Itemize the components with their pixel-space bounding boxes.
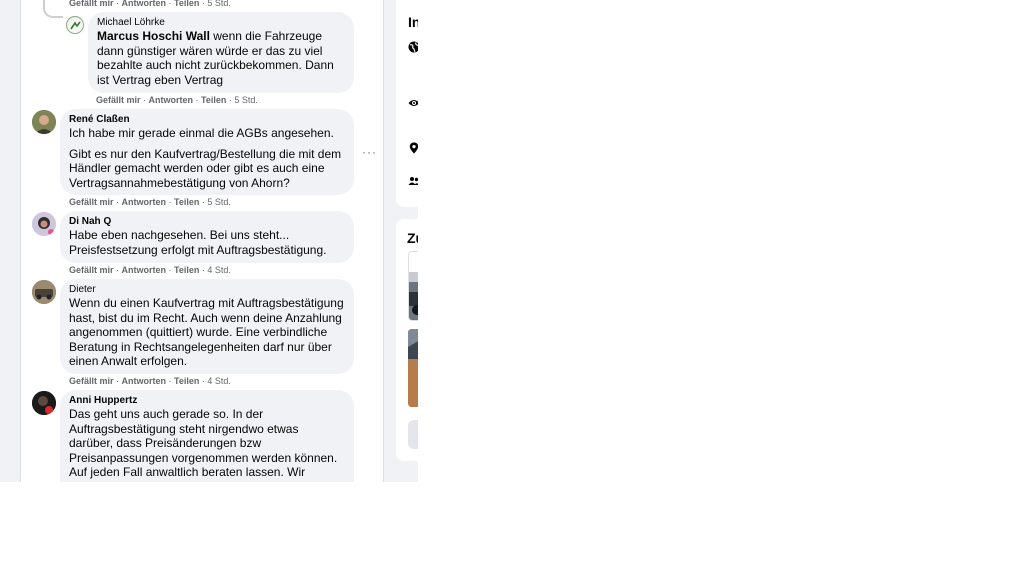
related-image[interactable] <box>408 329 418 407</box>
comment-text: Marcus Hoschi Wall wenn die Fahrzeuge da… <box>97 29 345 87</box>
comment-bubble: Dieter Wenn du einen Kaufvertrag mit Auf… <box>60 279 354 374</box>
avatar[interactable] <box>32 280 56 304</box>
avatar[interactable] <box>32 391 56 415</box>
share-link[interactable]: Teilen <box>174 0 199 8</box>
group-icon <box>408 177 418 185</box>
related-card: Zu <box>396 219 418 461</box>
comment-text: Ich habe mir gerade einmal die AGBs ange… <box>69 126 334 140</box>
browser-viewport: Gefällt mir · Antworten · Teilen · 5 Std… <box>0 0 418 482</box>
comment-text: Gibt es nur den Kaufvertrag/Bestellung d… <box>69 146 342 190</box>
share-link[interactable]: Teilen <box>174 265 199 275</box>
reply-link[interactable]: Antworten <box>122 197 167 207</box>
comment-actions: Gefällt mir · Antworten · Teilen · 4 Std… <box>69 376 231 386</box>
thread-branch <box>43 4 63 18</box>
avatar[interactable] <box>32 212 56 236</box>
comment-actions: Gefällt mir · Antworten · Teilen · 5 Std… <box>69 197 231 207</box>
like-link[interactable]: Gefällt mir <box>96 95 141 105</box>
avatar[interactable] <box>32 110 56 134</box>
comment-author[interactable]: Michael Löhrke <box>97 17 345 29</box>
like-link[interactable]: Gefällt mir <box>69 376 114 386</box>
comment-actions: Gefällt mir · Antworten · Teilen · 5 Std… <box>96 95 258 105</box>
comment-author[interactable]: Di Nah Q <box>69 216 345 228</box>
comment-author[interactable]: Anni Huppertz <box>69 395 345 407</box>
info-card: In <box>396 0 418 207</box>
more-horizontal-icon[interactable]: ··· <box>362 146 377 158</box>
related-card-title: Zu <box>407 230 418 246</box>
comment-bubble: René Claßen Ich habe mir gerade einmal d… <box>60 109 354 195</box>
comment-timestamp[interactable]: 4 Std. <box>207 376 231 386</box>
reply-link[interactable]: Antworten <box>122 265 167 275</box>
related-image[interactable] <box>408 251 418 321</box>
comment-actions: Gefällt mir · Antworten · Teilen · 4 Std… <box>69 265 231 275</box>
info-card-title: In <box>408 14 418 30</box>
comment-timestamp[interactable]: 4 Std. <box>207 265 231 275</box>
comment-text: Das geht uns auch gerade so. In der Auft… <box>69 407 338 482</box>
comment-author[interactable]: René Claßen <box>69 114 345 126</box>
share-link[interactable]: Teilen <box>174 197 199 207</box>
eye-icon <box>408 100 418 106</box>
reply-link[interactable]: Antworten <box>122 0 167 8</box>
reply-link[interactable]: Antworten <box>122 376 167 386</box>
globe-icon <box>408 41 418 53</box>
like-link[interactable]: Gefällt mir <box>69 0 114 8</box>
like-link[interactable]: Gefällt mir <box>69 265 114 275</box>
share-link[interactable]: Teilen <box>201 95 226 105</box>
comment-text: Habe eben nachgesehen. Bei uns steht... … <box>69 228 327 257</box>
comment-bubble: Michael Löhrke Marcus Hoschi Wall wenn d… <box>88 12 354 93</box>
share-link[interactable]: Teilen <box>174 376 199 386</box>
comment-bubble: Di Nah Q Habe eben nachgesehen. Bei uns … <box>60 211 354 263</box>
mention-link[interactable]: Marcus Hoschi Wall <box>97 29 210 43</box>
avatar[interactable] <box>66 16 84 34</box>
comment-timestamp[interactable]: 5 Std. <box>207 197 231 207</box>
comment-timestamp[interactable]: 5 Std. <box>207 0 231 8</box>
comment-timestamp[interactable]: 5 Std. <box>234 95 258 105</box>
reply-link[interactable]: Antworten <box>149 95 194 105</box>
like-link[interactable]: Gefällt mir <box>69 197 114 207</box>
comment-actions-top: Gefällt mir · Antworten · Teilen · 5 Std… <box>69 0 231 8</box>
see-more-button[interactable] <box>408 420 418 449</box>
comment-text: Wenn du einen Kaufvertrag mit Auftragsbe… <box>69 296 344 369</box>
location-pin-icon <box>409 142 418 154</box>
comment-bubble: Anni Huppertz Das geht uns auch gerade s… <box>60 390 354 482</box>
comment-author[interactable]: Dieter <box>69 284 345 296</box>
